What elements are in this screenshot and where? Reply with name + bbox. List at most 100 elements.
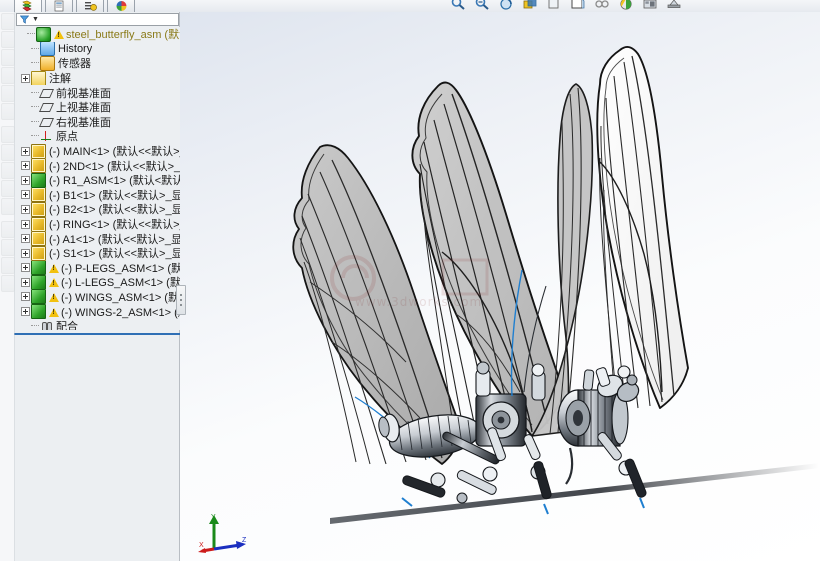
rail-button-10[interactable]: [1, 180, 15, 197]
tree-node[interactable]: (-) P-LEGS_ASM<1> (默认: [14, 260, 180, 276]
expand-icon[interactable]: [21, 204, 30, 214]
expand-icon[interactable]: [21, 248, 30, 258]
zoom-area-icon[interactable]: [474, 0, 490, 12]
chevron-down-icon[interactable]: ▼: [32, 16, 39, 23]
expand-icon[interactable]: [21, 219, 30, 229]
tree-node[interactable]: 传感器: [14, 56, 180, 71]
tree-node[interactable]: (-) WINGS-2_ASM<1> (默: [14, 304, 180, 319]
expand-icon[interactable]: [21, 190, 30, 200]
feature-tree[interactable]: steel_butterfly_asm (默认<默History 传感器注解前视基…: [14, 27, 180, 330]
warning-icon: [49, 263, 59, 273]
tree-node-label: (-) MAIN<1> (默认<<默认>_: [49, 146, 180, 159]
tree-node-label: (-) S1<1> (默认<<默认>_显: [49, 248, 180, 261]
expand-icon[interactable]: [21, 263, 30, 273]
tree-node[interactable]: (-) L-LEGS_ASM<1> (默认: [14, 275, 180, 290]
rail-button-12[interactable]: [1, 221, 15, 238]
zoom-fit-icon[interactable]: [450, 0, 466, 12]
tree-node-label: (-) RING<1> (默认<<默认>_: [49, 219, 180, 232]
tree-node[interactable]: 原点: [14, 129, 180, 144]
rail-button-1[interactable]: [1, 13, 15, 30]
section-view-icon[interactable]: [522, 0, 538, 12]
manager-tab-row: »: [14, 0, 196, 12]
expand-icon[interactable]: [21, 146, 30, 156]
expand-icon[interactable]: [21, 175, 30, 185]
tree-node-label: (-) A1<1> (默认<<默认>_显: [49, 233, 180, 246]
tree-node-label: 前视基准面: [56, 87, 111, 100]
tree-node[interactable]: (-) WINGS_ASM<1> (默认: [14, 289, 180, 305]
rail-button-11[interactable]: [1, 198, 15, 215]
view-settings-icon[interactable]: [666, 0, 682, 12]
rail-button-6[interactable]: [1, 103, 15, 120]
splitter-dot: [180, 294, 182, 296]
sensors-icon: [40, 56, 55, 71]
expand-icon[interactable]: [21, 234, 30, 244]
rail-button-9[interactable]: [1, 162, 15, 179]
filter-funnel-icon: [20, 15, 29, 24]
tree-node[interactable]: (-) A1<1> (默认<<默认>_显: [14, 231, 180, 246]
origin-icon: [40, 130, 53, 143]
property-manager-tab[interactable]: [45, 0, 73, 12]
rail-button-7[interactable]: [1, 126, 15, 143]
rail-button-5[interactable]: [1, 85, 15, 102]
appearance-sphere-icon[interactable]: [618, 0, 634, 12]
tree-node[interactable]: 配合: [14, 319, 180, 330]
tree-node[interactable]: steel_butterfly_asm (默认<默: [14, 27, 180, 42]
tree-node[interactable]: (-) RING<1> (默认<<默认>_: [14, 216, 180, 232]
scene-icon[interactable]: [642, 0, 658, 12]
tree-node[interactable]: (-) B1<1> (默认<<默认>_显: [14, 187, 180, 203]
solidworks-window: »: [0, 0, 820, 561]
tree-node[interactable]: 上视基准面: [14, 100, 180, 115]
rail-button-2[interactable]: [1, 31, 15, 48]
property-page-icon: [54, 0, 64, 11]
tree-node[interactable]: 注解: [14, 70, 180, 86]
expand-icon[interactable]: [21, 161, 30, 171]
tree-node-label: 原点: [56, 131, 78, 144]
expand-icon[interactable]: [21, 292, 30, 302]
coordinate-triad: Y Z X: [198, 511, 258, 553]
tree-node[interactable]: History: [14, 41, 180, 57]
tree-node[interactable]: (-) R1_ASM<1> (默认<默认_: [14, 172, 180, 188]
axis-label-x: X: [199, 542, 204, 549]
view-orientation-icon[interactable]: [546, 0, 562, 12]
tree-node[interactable]: 前视基准面: [14, 85, 180, 100]
display-style-icon[interactable]: [570, 0, 586, 12]
warning-icon: [54, 29, 64, 40]
rail-button-4[interactable]: [1, 67, 15, 84]
configuration-manager-tab[interactable]: [76, 0, 104, 12]
hide-show-icon[interactable]: [594, 0, 610, 12]
splitter-dot: [180, 299, 182, 301]
tree-node[interactable]: (-) B2<1> (默认<<默认>_显: [14, 202, 180, 217]
tree-node[interactable]: (-) S1<1> (默认<<默认>_显: [14, 245, 180, 261]
tree-node-label: steel_butterfly_asm (默认<默: [66, 29, 180, 42]
tree-node[interactable]: 右视基准面: [14, 115, 180, 130]
graphics-area[interactable]: www.3dworks.com Y Z X: [180, 12, 820, 561]
warning-icon: [49, 307, 59, 317]
expand-icon[interactable]: [21, 277, 30, 287]
rail-divider-1: [0, 121, 14, 125]
tree-node-label: (-) B2<1> (默认<<默认>_显: [49, 204, 180, 217]
rail-button-14[interactable]: [1, 257, 15, 274]
tree-filter[interactable]: ▼: [16, 13, 179, 26]
tree-node[interactable]: (-) 2ND<1> (默认<<默认>_显: [14, 158, 180, 173]
expand-icon[interactable]: [21, 73, 30, 83]
rail-button-15[interactable]: [1, 275, 15, 292]
display-manager-tab[interactable]: [107, 0, 135, 12]
tree-panel-splitter[interactable]: [176, 285, 186, 315]
rotate-view-icon[interactable]: [498, 0, 514, 12]
tree-node[interactable]: (-) MAIN<1> (默认<<默认>_: [14, 143, 180, 159]
warning-icon: [49, 292, 59, 302]
rail-button-13[interactable]: [1, 239, 15, 256]
component-icon: [31, 202, 46, 217]
expand-icon[interactable]: [21, 307, 30, 317]
component-icon: [31, 143, 46, 159]
rail-button-3[interactable]: [1, 49, 15, 66]
rail-button-8[interactable]: [1, 144, 15, 161]
tree-node-label: (-) WINGS-2_ASM<1> (默: [61, 306, 180, 319]
feature-manager-design-tree-tab[interactable]: [14, 0, 42, 12]
tree-connector: [31, 47, 39, 50]
splitter-dot: [180, 304, 182, 306]
